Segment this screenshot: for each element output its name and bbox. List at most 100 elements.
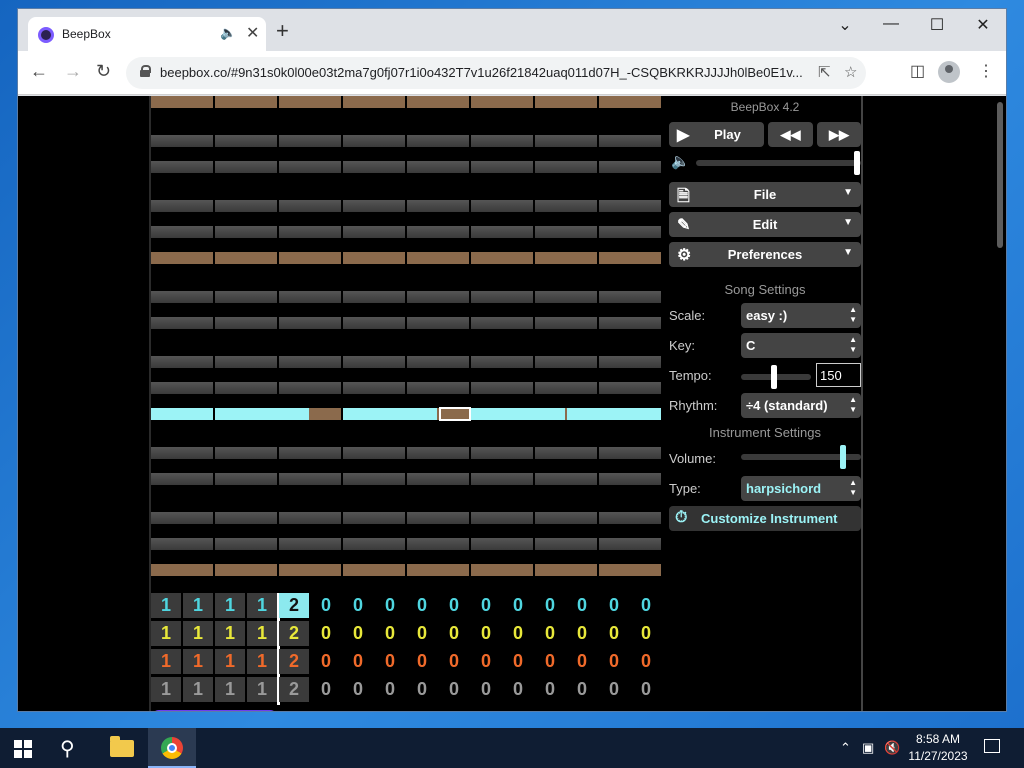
- minimize-icon[interactable]: —: [868, 15, 914, 33]
- piano-roll-cell[interactable]: [279, 226, 341, 238]
- pattern-cell[interactable]: 1: [247, 677, 277, 702]
- pattern-cell[interactable]: 0: [567, 621, 597, 646]
- piano-roll-cell[interactable]: [343, 356, 405, 368]
- side-panel-icon[interactable]: ◫: [910, 61, 925, 81]
- pattern-cell[interactable]: 0: [407, 593, 437, 618]
- scale-select[interactable]: easy :) ▲ ▼: [741, 303, 861, 328]
- piano-roll-cell[interactable]: [279, 512, 341, 524]
- pattern-cell[interactable]: 0: [311, 649, 341, 674]
- note[interactable]: [151, 408, 213, 420]
- pattern-cell[interactable]: 0: [471, 649, 501, 674]
- piano-roll-cell[interactable]: [151, 447, 213, 459]
- pattern-cell[interactable]: 0: [439, 677, 469, 702]
- piano-roll-cell[interactable]: [151, 317, 213, 329]
- piano-roll-row[interactable]: [151, 200, 663, 212]
- piano-roll-cell[interactable]: [151, 252, 213, 264]
- pattern-cell[interactable]: 1: [183, 593, 213, 618]
- piano-roll-cell[interactable]: [151, 161, 213, 173]
- piano-roll-cell[interactable]: [599, 473, 661, 485]
- piano-roll-cell[interactable]: [535, 252, 597, 264]
- piano-roll-cell[interactable]: [535, 447, 597, 459]
- piano-roll-cell[interactable]: [279, 161, 341, 173]
- pattern-cell[interactable]: 1: [151, 677, 181, 702]
- piano-roll-cell[interactable]: [343, 252, 405, 264]
- piano-roll-cell[interactable]: [535, 382, 597, 394]
- piano-roll-row[interactable]: [151, 356, 663, 368]
- piano-roll-cell[interactable]: [343, 291, 405, 303]
- piano-roll-cell[interactable]: [343, 200, 405, 212]
- piano-roll-cell[interactable]: [471, 447, 533, 459]
- search-icon[interactable]: ⚲: [60, 736, 75, 761]
- pattern-cell[interactable]: 1: [247, 593, 277, 618]
- piano-roll-cell[interactable]: [151, 226, 213, 238]
- pattern-cell[interactable]: 0: [599, 593, 629, 618]
- piano-roll-cell[interactable]: [471, 226, 533, 238]
- pattern-cell[interactable]: 0: [375, 677, 405, 702]
- piano-roll-cell[interactable]: [471, 356, 533, 368]
- piano-roll-cell[interactable]: [535, 512, 597, 524]
- piano-roll-cell[interactable]: [407, 356, 469, 368]
- pattern-cell[interactable]: 1: [247, 649, 277, 674]
- piano-roll-cell[interactable]: [279, 291, 341, 303]
- piano-roll-cell[interactable]: [599, 538, 661, 550]
- pattern-cell[interactable]: 0: [471, 677, 501, 702]
- volume-muted-icon[interactable]: 🔇: [884, 740, 900, 756]
- note[interactable]: [215, 408, 309, 420]
- piano-roll-cell[interactable]: [471, 200, 533, 212]
- share-icon[interactable]: ⇱: [818, 63, 831, 81]
- piano-roll-cell[interactable]: [215, 291, 277, 303]
- piano-roll-cell[interactable]: [215, 161, 277, 173]
- piano-roll-cell[interactable]: [471, 291, 533, 303]
- piano-roll-cell[interactable]: [215, 382, 277, 394]
- new-tab-plus-icon[interactable]: +: [276, 20, 289, 42]
- piano-roll-row[interactable]: [151, 538, 663, 550]
- piano-roll-cell[interactable]: [215, 447, 277, 459]
- page-scrollbar-thumb[interactable]: [997, 102, 1003, 248]
- pattern-cell[interactable]: 2: [279, 593, 309, 618]
- piano-roll-cell[interactable]: [535, 473, 597, 485]
- piano-roll-cell[interactable]: [215, 538, 277, 550]
- piano-roll-cell[interactable]: [407, 564, 469, 576]
- piano-roll-cell[interactable]: [599, 200, 661, 212]
- piano-roll-cell[interactable]: [343, 382, 405, 394]
- pattern-cell[interactable]: 0: [599, 677, 629, 702]
- pattern-cell[interactable]: 0: [599, 649, 629, 674]
- pattern-cell[interactable]: 0: [311, 621, 341, 646]
- tab-beepbox[interactable]: BeepBox 🔈 ✕: [28, 17, 266, 51]
- piano-roll-cell[interactable]: [471, 252, 533, 264]
- pattern-cell[interactable]: 0: [535, 593, 565, 618]
- piano-roll-cell[interactable]: [535, 564, 597, 576]
- network-icon[interactable]: ▣: [862, 740, 874, 756]
- piano-roll-cell[interactable]: [471, 135, 533, 147]
- piano-roll-cell[interactable]: [599, 291, 661, 303]
- back-arrow-icon[interactable]: ←: [30, 61, 48, 82]
- piano-roll-cell[interactable]: [407, 382, 469, 394]
- piano-roll-cell[interactable]: [343, 538, 405, 550]
- piano-roll-cell[interactable]: [215, 135, 277, 147]
- piano-roll-row[interactable]: [151, 447, 663, 459]
- pattern-cell[interactable]: 2: [279, 677, 309, 702]
- piano-roll-cell[interactable]: [535, 356, 597, 368]
- piano-roll-cell[interactable]: [215, 512, 277, 524]
- piano-roll-cell[interactable]: [407, 200, 469, 212]
- piano-roll-cell[interactable]: [535, 226, 597, 238]
- piano-roll-cell[interactable]: [599, 252, 661, 264]
- piano-roll-cell[interactable]: [343, 317, 405, 329]
- piano-roll-cell[interactable]: [151, 473, 213, 485]
- piano-roll-cell[interactable]: [151, 564, 213, 576]
- windows-start-icon[interactable]: [14, 740, 32, 758]
- piano-roll-cell[interactable]: [535, 200, 597, 212]
- pattern-cell[interactable]: 1: [183, 677, 213, 702]
- piano-roll-cell[interactable]: [343, 135, 405, 147]
- pattern-cell[interactable]: 0: [375, 621, 405, 646]
- piano-roll-cell[interactable]: [151, 538, 213, 550]
- piano-roll-cell[interactable]: [343, 161, 405, 173]
- piano-roll-cell[interactable]: [279, 382, 341, 394]
- pattern-cell[interactable]: 0: [343, 649, 373, 674]
- key-select[interactable]: C ▲ ▼: [741, 333, 861, 358]
- pattern-cell[interactable]: 0: [599, 621, 629, 646]
- pattern-cell[interactable]: 0: [343, 621, 373, 646]
- piano-roll-cell[interactable]: [599, 564, 661, 576]
- file-explorer-icon[interactable]: [98, 728, 146, 768]
- piano-roll-cell[interactable]: [535, 96, 597, 108]
